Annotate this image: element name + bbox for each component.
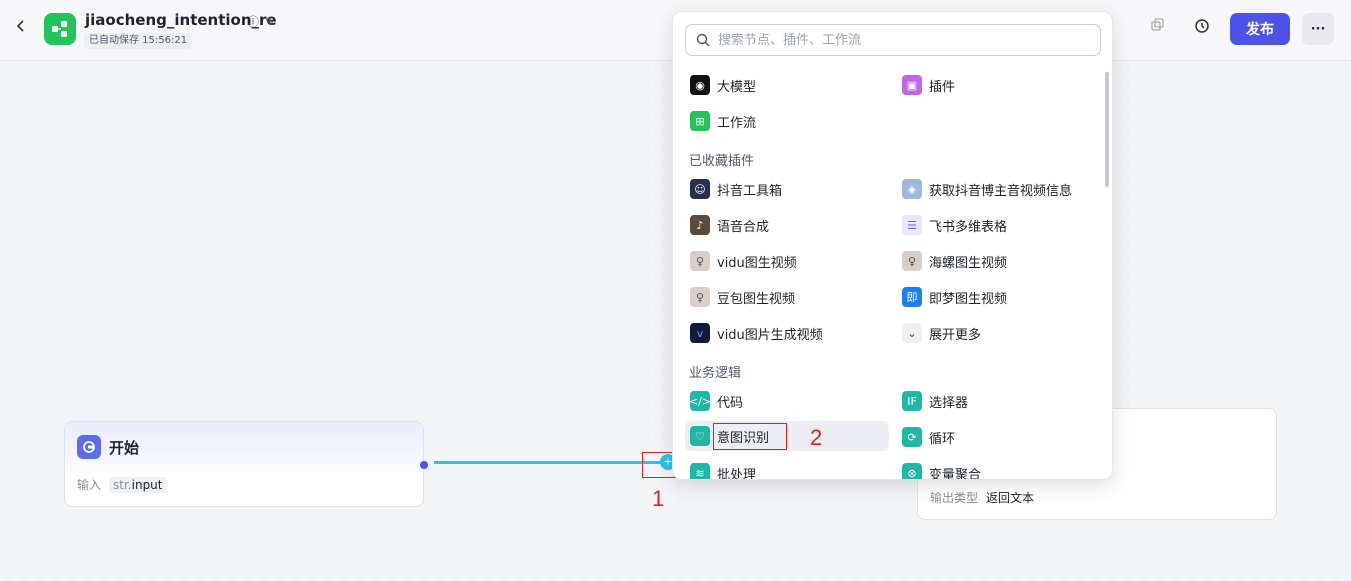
output-type-label: 输出类型 xyxy=(930,491,979,505)
plugin-item-douyin-toolbox[interactable]: ☺ 抖音工具箱 xyxy=(685,174,889,204)
param-name: input xyxy=(131,477,163,492)
node-item-label: 大模型 xyxy=(717,79,757,95)
more-options-button[interactable]: ··· xyxy=(1302,13,1334,45)
node-item-label: 选择器 xyxy=(929,395,969,411)
node-item-plugin[interactable]: ▣ 插件 xyxy=(897,70,1101,100)
search-input[interactable] xyxy=(718,32,1078,48)
start-node-title: 开始 xyxy=(109,438,140,457)
start-output-port[interactable] xyxy=(420,461,428,469)
workflow-icon: ⊞ xyxy=(690,111,710,131)
node-item-label: 批处理 xyxy=(717,467,757,480)
douyin-toolbox-icon: ☺ xyxy=(690,179,710,199)
batch-icon: ≋ xyxy=(690,463,710,479)
node-item-label: vidu图生视频 xyxy=(717,255,797,271)
publish-button[interactable]: 发布 xyxy=(1230,13,1290,45)
plugin-item-vidu-i2v[interactable]: ♀ vidu图生视频 xyxy=(685,246,889,276)
node-item-label: 豆包图生视频 xyxy=(717,291,796,307)
annotation-number-2: 2 xyxy=(810,425,823,450)
llm-icon: ◉ xyxy=(690,75,710,95)
aggregate-icon: ⊗ xyxy=(902,463,922,479)
node-item-label: 获取抖音博主音视频信息 xyxy=(929,183,1073,199)
node-search-box[interactable] xyxy=(685,24,1101,56)
plugin-item-hailuo-i2v[interactable]: ♀ 海螺图生视频 xyxy=(897,246,1101,276)
logic-item-aggregate[interactable]: ⊗ 变量聚合 xyxy=(897,458,1101,480)
input-param-tag: str.input xyxy=(109,476,167,493)
plugin-item-feishu-table[interactable]: ☰ 飞书多维表格 xyxy=(897,210,1101,240)
node-item-label: 语音合成 xyxy=(717,219,770,235)
copy-icon[interactable] xyxy=(1149,18,1167,36)
plugin-item-doubao-i2v[interactable]: ♀ 豆包图生视频 xyxy=(685,282,889,312)
expand-more-button[interactable]: ⌄ 展开更多 xyxy=(897,318,1101,348)
section-logic: 业务逻辑 xyxy=(689,366,742,381)
node-item-label: 抖音工具箱 xyxy=(717,183,783,199)
popup-scrollbar[interactable] xyxy=(1105,72,1109,187)
start-node[interactable]: 开始 输入 str.input xyxy=(64,421,424,507)
annotation-number-1: 1 xyxy=(652,486,665,511)
douyin-info-icon: ◈ xyxy=(902,179,922,199)
add-node-popup: ◉ 大模型 ▣ 插件 ⊞ 工作流 已收藏插件 ☺ 抖音工具箱 ◈ 获取抖音博主音… xyxy=(672,11,1113,480)
plugin-item-tts[interactable]: ♪ 语音合成 xyxy=(685,210,889,240)
code-icon: </> xyxy=(689,391,711,411)
node-item-label: 变量聚合 xyxy=(929,467,982,480)
param-type: str. xyxy=(113,477,132,492)
node-item-label: 海螺图生视频 xyxy=(929,255,1008,271)
connection-edge[interactable] xyxy=(434,461,662,464)
workflow-app-icon xyxy=(44,13,76,45)
node-item-label: 循环 xyxy=(929,431,956,447)
avatar-icon: ♀ xyxy=(902,251,922,271)
plugin-item-jimeng-i2v[interactable]: 即 即梦图生视频 xyxy=(897,282,1101,312)
node-item-label: 飞书多维表格 xyxy=(929,219,1008,235)
node-item-label: 插件 xyxy=(929,79,956,95)
jimeng-icon: 即 xyxy=(902,287,922,307)
input-label: 输入 xyxy=(77,478,102,492)
table-icon: ☰ xyxy=(902,215,922,235)
if-icon: IF xyxy=(902,391,922,411)
info-icon[interactable]: ⓘ xyxy=(247,15,259,29)
avatar-icon: ♀ xyxy=(690,251,710,271)
history-icon[interactable] xyxy=(1193,18,1211,36)
logic-item-loop[interactable]: ⟳ 循环 xyxy=(897,422,1101,452)
plugin-icon: ▣ xyxy=(902,75,922,95)
section-favorites: 已收藏插件 xyxy=(689,154,755,169)
node-item-workflow[interactable]: ⊞ 工作流 xyxy=(685,106,889,136)
logic-item-code[interactable]: </> 代码 xyxy=(685,386,889,416)
back-icon[interactable] xyxy=(14,18,34,40)
node-item-label: 展开更多 xyxy=(929,327,982,343)
search-icon xyxy=(696,33,710,47)
edit-icon[interactable]: ✎ xyxy=(265,15,275,29)
loop-icon: ⟳ xyxy=(902,427,922,447)
logic-item-selector[interactable]: IF 选择器 xyxy=(897,386,1101,416)
autosave-status: 已自动保存 15:56:21 xyxy=(84,33,193,49)
vidu-icon: v xyxy=(690,323,710,343)
logic-item-batch[interactable]: ≋ 批处理 xyxy=(685,458,889,480)
chevron-down-icon: ⌄ xyxy=(902,323,922,343)
tts-icon: ♪ xyxy=(690,215,710,235)
output-type-value: 返回文本 xyxy=(986,491,1035,505)
avatar-icon: ♀ xyxy=(690,287,710,307)
node-item-label: vidu图片生成视频 xyxy=(717,327,823,343)
annotation-box-2 xyxy=(713,423,787,450)
plugin-item-vidu-img2video[interactable]: v vidu图片生成视频 xyxy=(685,318,889,348)
plugin-item-douyin-info[interactable]: ◈ 获取抖音博主音视频信息 xyxy=(897,174,1101,204)
node-item-llm[interactable]: ◉ 大模型 xyxy=(685,70,889,100)
start-node-icon xyxy=(77,435,101,459)
node-item-label: 代码 xyxy=(717,395,744,411)
node-item-label: 工作流 xyxy=(717,115,757,131)
intent-icon: ♡ xyxy=(690,426,710,446)
node-item-label: 即梦图生视频 xyxy=(929,291,1008,307)
